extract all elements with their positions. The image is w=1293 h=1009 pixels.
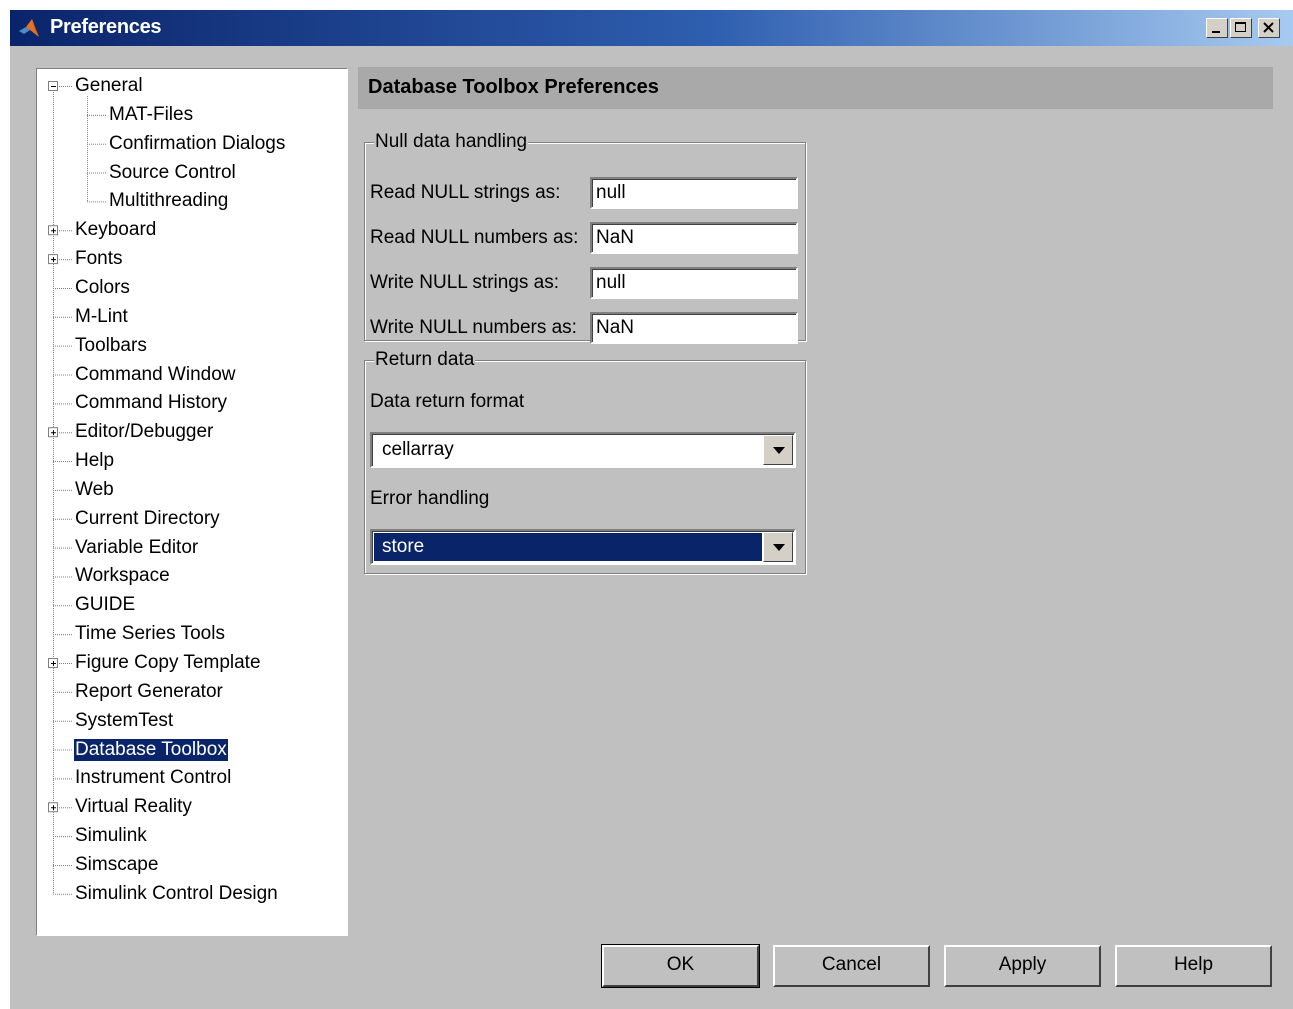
tree-item-command-history[interactable]: Command History <box>74 392 228 414</box>
read-null-strings-label: Read NULL strings as: <box>370 182 561 203</box>
collapse-icon[interactable] <box>48 81 58 91</box>
tree-item-database-toolbox[interactable]: Database Toolbox <box>74 738 228 761</box>
tree-item-current-directory[interactable]: Current Directory <box>74 508 221 530</box>
chevron-down-icon <box>773 544 785 551</box>
tree-item-simulink[interactable]: Simulink <box>74 825 148 847</box>
data-return-format-value: cellarray <box>382 439 454 460</box>
ok-button[interactable]: OK <box>601 944 760 988</box>
tree-item-web[interactable]: Web <box>74 479 115 501</box>
error-handling-label: Error handling <box>370 488 490 509</box>
expand-icon[interactable] <box>48 802 58 813</box>
null-data-handling-legend: Null data handling <box>374 131 529 153</box>
tree-item-help[interactable]: Help <box>74 450 115 472</box>
null-data-handling-group: Null data handling Read NULL strings as:… <box>364 131 806 344</box>
error-handling-select[interactable]: store <box>370 529 796 565</box>
tree-item-multithreading[interactable]: Multithreading <box>108 190 229 212</box>
close-icon <box>1263 22 1274 33</box>
read-null-numbers-input[interactable]: NaN <box>590 222 798 254</box>
preferences-window: Preferences General MAT-Files Confirmation… <box>10 10 1293 1009</box>
data-return-format-dropdown-button[interactable] <box>763 435 793 465</box>
minimize-button[interactable] <box>1206 18 1228 38</box>
apply-button[interactable]: Apply <box>944 945 1101 987</box>
panel-header: Database Toolbox Preferences <box>358 67 1273 109</box>
maximize-button[interactable] <box>1230 18 1252 38</box>
tree-item-general[interactable]: General <box>74 75 144 97</box>
data-return-format-label: Data return format <box>370 391 525 412</box>
help-button[interactable]: Help <box>1115 945 1272 987</box>
chevron-down-icon <box>773 447 785 454</box>
tree-item-systemtest[interactable]: SystemTest <box>74 710 174 732</box>
tree-item-guide[interactable]: GUIDE <box>74 594 136 616</box>
matlab-icon <box>19 19 39 37</box>
tree-item-fonts[interactable]: Fonts <box>74 248 124 270</box>
data-return-format-select[interactable]: cellarray <box>370 432 796 468</box>
tree-item-time-series-tools[interactable]: Time Series Tools <box>74 623 226 645</box>
expand-icon[interactable] <box>48 427 58 438</box>
tree-item-report-generator[interactable]: Report Generator <box>74 681 224 703</box>
expand-icon[interactable] <box>48 658 58 668</box>
preferences-tree[interactable]: General MAT-Files Confirmation Dialogs Sour… <box>36 68 348 936</box>
write-null-numbers-label: Write NULL numbers as: <box>370 317 577 338</box>
write-null-numbers-input[interactable]: NaN <box>590 312 798 344</box>
expand-icon[interactable] <box>48 225 58 236</box>
tree-item-colors[interactable]: Colors <box>74 277 131 299</box>
write-null-strings-label: Write NULL strings as: <box>370 272 559 293</box>
tree-item-editor-debugger[interactable]: Editor/Debugger <box>74 421 214 443</box>
return-data-group: Return data Data return format cellarray… <box>364 349 806 574</box>
panel-title: Database Toolbox Preferences <box>368 76 659 98</box>
read-null-numbers-label: Read NULL numbers as: <box>370 227 579 248</box>
tree-item-confirmation-dialogs[interactable]: Confirmation Dialogs <box>108 133 286 155</box>
write-null-strings-input[interactable]: null <box>590 267 798 299</box>
tree-item-source-control[interactable]: Source Control <box>108 162 237 184</box>
expand-icon[interactable] <box>48 254 58 265</box>
window-title: Preferences <box>50 16 162 38</box>
tree-item-m-lint[interactable]: M-Lint <box>74 306 129 328</box>
tree-item-command-window[interactable]: Command Window <box>74 364 237 386</box>
tree-item-instrument-control[interactable]: Instrument Control <box>74 767 232 789</box>
error-handling-highlight <box>374 533 762 561</box>
cancel-button[interactable]: Cancel <box>773 945 930 987</box>
tree-item-variable-editor[interactable]: Variable Editor <box>74 537 199 559</box>
tree-item-simscape[interactable]: Simscape <box>74 854 159 876</box>
return-data-legend: Return data <box>374 349 476 371</box>
maximize-icon <box>1235 22 1246 32</box>
tree-item-mat-files[interactable]: MAT-Files <box>108 104 194 126</box>
tree-item-keyboard[interactable]: Keyboard <box>74 219 157 241</box>
minimize-icon <box>1212 31 1220 33</box>
error-handling-dropdown-button[interactable] <box>763 532 793 562</box>
tree-item-virtual-reality[interactable]: Virtual Reality <box>74 796 193 818</box>
read-null-strings-input[interactable]: null <box>590 177 798 209</box>
title-bar[interactable]: Preferences <box>10 10 1293 46</box>
close-button[interactable] <box>1258 18 1280 38</box>
tree-item-simulink-control-design[interactable]: Simulink Control Design <box>74 883 279 905</box>
tree-item-toolbars[interactable]: Toolbars <box>74 335 148 357</box>
error-handling-value: store <box>382 536 425 557</box>
tree-item-figure-copy-template[interactable]: Figure Copy Template <box>74 652 262 674</box>
tree-item-workspace[interactable]: Workspace <box>74 565 171 587</box>
